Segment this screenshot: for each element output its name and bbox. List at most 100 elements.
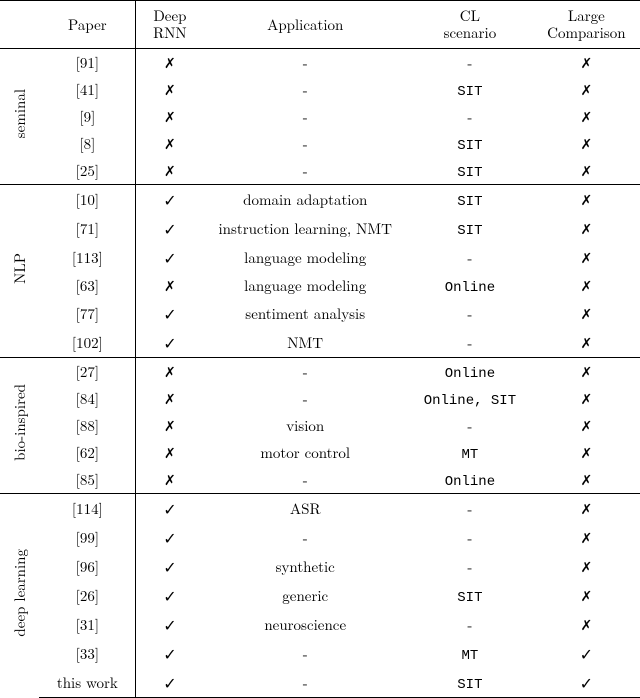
table-row: [9]✗--✗ xyxy=(0,103,640,130)
table-row: [102]✓NMT-✗ xyxy=(0,328,640,358)
large-comparison-cell: ✓ xyxy=(533,639,640,668)
paper-ref: [62] xyxy=(39,439,136,466)
paper-ref: [31] xyxy=(39,610,136,639)
cl-scenario-cell: Online xyxy=(407,272,533,299)
application-cell: language modeling xyxy=(203,243,407,272)
deep-rnn-cell: ✗ xyxy=(136,130,204,157)
comparison-table: Paper DeepRNN Application CLscenario Lar… xyxy=(0,0,640,698)
paper-ref: [99] xyxy=(39,523,136,552)
deep-rnn-cell: ✗ xyxy=(136,412,204,439)
paper-ref: [77] xyxy=(39,299,136,328)
table-row: [26]✓genericSIT✗ xyxy=(0,581,640,610)
cl-scenario-cell: Online xyxy=(407,357,533,385)
table-row: [63]✗language modelingOnline✗ xyxy=(0,272,640,299)
application-cell: instruction learning, NMT xyxy=(203,214,407,243)
application-cell: NMT xyxy=(203,328,407,358)
table-row: [25]✗-SIT✗ xyxy=(0,157,640,185)
large-comparison-cell: ✗ xyxy=(533,328,640,358)
table-row: [71]✓instruction learning, NMTSIT✗ xyxy=(0,214,640,243)
deep-rnn-cell: ✗ xyxy=(136,272,204,299)
paper-ref: [88] xyxy=(39,412,136,439)
deep-rnn-cell: ✗ xyxy=(136,76,204,103)
large-comparison-cell: ✗ xyxy=(533,493,640,523)
application-cell: - xyxy=(203,130,407,157)
paper-ref: [114] xyxy=(39,493,136,523)
large-comparison-cell: ✗ xyxy=(533,48,640,76)
application-cell: generic xyxy=(203,581,407,610)
deep-rnn-cell: ✓ xyxy=(136,523,204,552)
cl-scenario-cell: - xyxy=(407,493,533,523)
cl-scenario-cell: - xyxy=(407,552,533,581)
table-row: [62]✗motor controlMT✗ xyxy=(0,439,640,466)
cl-scenario-cell: SIT xyxy=(407,581,533,610)
cl-scenario-cell: - xyxy=(407,523,533,552)
application-cell: - xyxy=(203,523,407,552)
table-row: [96]✓synthetic-✗ xyxy=(0,552,640,581)
table-row: deep learning[114]✓ASR-✗ xyxy=(0,493,640,523)
table-row: [31]✓neuroscience-✗ xyxy=(0,610,640,639)
deep-rnn-cell: ✓ xyxy=(136,581,204,610)
header-application: Application xyxy=(203,1,407,49)
large-comparison-cell: ✗ xyxy=(533,581,640,610)
deep-rnn-cell: ✗ xyxy=(136,48,204,76)
large-comparison-cell: ✗ xyxy=(533,466,640,494)
application-cell: - xyxy=(203,76,407,103)
table-row: [77]✓sentiment analysis-✗ xyxy=(0,299,640,328)
paper-ref: [41] xyxy=(39,76,136,103)
table-row: [33]✓-MT✓ xyxy=(0,639,640,668)
cl-scenario-cell: SIT xyxy=(407,157,533,185)
cl-scenario-cell: MT xyxy=(407,439,533,466)
deep-rnn-cell: ✗ xyxy=(136,103,204,130)
paper-ref: [91] xyxy=(39,48,136,76)
cl-scenario-cell: MT xyxy=(407,639,533,668)
table-row: [99]✓--✗ xyxy=(0,523,640,552)
table-row: [88]✗vision-✗ xyxy=(0,412,640,439)
paper-ref: [33] xyxy=(39,639,136,668)
large-comparison-cell: ✗ xyxy=(533,299,640,328)
table-row: seminal[91]✗--✗ xyxy=(0,48,640,76)
cl-scenario-cell: - xyxy=(407,243,533,272)
large-comparison-cell: ✗ xyxy=(533,214,640,243)
large-comparison-cell: ✗ xyxy=(533,610,640,639)
application-cell: - xyxy=(203,668,407,698)
application-cell: language modeling xyxy=(203,272,407,299)
deep-rnn-cell: ✗ xyxy=(136,466,204,494)
deep-rnn-cell: ✗ xyxy=(136,157,204,185)
cl-scenario-cell: Online, SIT xyxy=(407,385,533,412)
application-cell: vision xyxy=(203,412,407,439)
header-deep-rnn: DeepRNN xyxy=(136,1,204,49)
large-comparison-cell: ✗ xyxy=(533,523,640,552)
large-comparison-cell: ✗ xyxy=(533,157,640,185)
header-paper: Paper xyxy=(39,1,136,49)
paper-ref: [85] xyxy=(39,466,136,494)
application-cell: ASR xyxy=(203,493,407,523)
deep-rnn-cell: ✓ xyxy=(136,328,204,358)
large-comparison-cell: ✗ xyxy=(533,184,640,214)
large-comparison-cell: ✗ xyxy=(533,272,640,299)
application-cell: - xyxy=(203,48,407,76)
large-comparison-cell: ✓ xyxy=(533,668,640,698)
deep-rnn-cell: ✓ xyxy=(136,668,204,698)
cl-scenario-cell: - xyxy=(407,412,533,439)
large-comparison-cell: ✗ xyxy=(533,357,640,385)
paper-ref: [102] xyxy=(39,328,136,358)
application-cell: sentiment analysis xyxy=(203,299,407,328)
large-comparison-cell: ✗ xyxy=(533,439,640,466)
cl-scenario-cell: Online xyxy=(407,466,533,494)
paper-ref: [27] xyxy=(39,357,136,385)
table-row: this work✓-SIT✓ xyxy=(0,668,640,698)
application-cell: - xyxy=(203,385,407,412)
paper-ref: [71] xyxy=(39,214,136,243)
paper-ref: [63] xyxy=(39,272,136,299)
table-row: bio-inspired[27]✗-Online✗ xyxy=(0,357,640,385)
application-cell: - xyxy=(203,157,407,185)
application-cell: neuroscience xyxy=(203,610,407,639)
deep-rnn-cell: ✗ xyxy=(136,439,204,466)
group-label: seminal xyxy=(0,48,39,184)
table-row: [41]✗-SIT✗ xyxy=(0,76,640,103)
cl-scenario-cell: - xyxy=(407,103,533,130)
paper-ref: [84] xyxy=(39,385,136,412)
cl-scenario-cell: - xyxy=(407,610,533,639)
paper-ref: [113] xyxy=(39,243,136,272)
cl-scenario-cell: SIT xyxy=(407,76,533,103)
